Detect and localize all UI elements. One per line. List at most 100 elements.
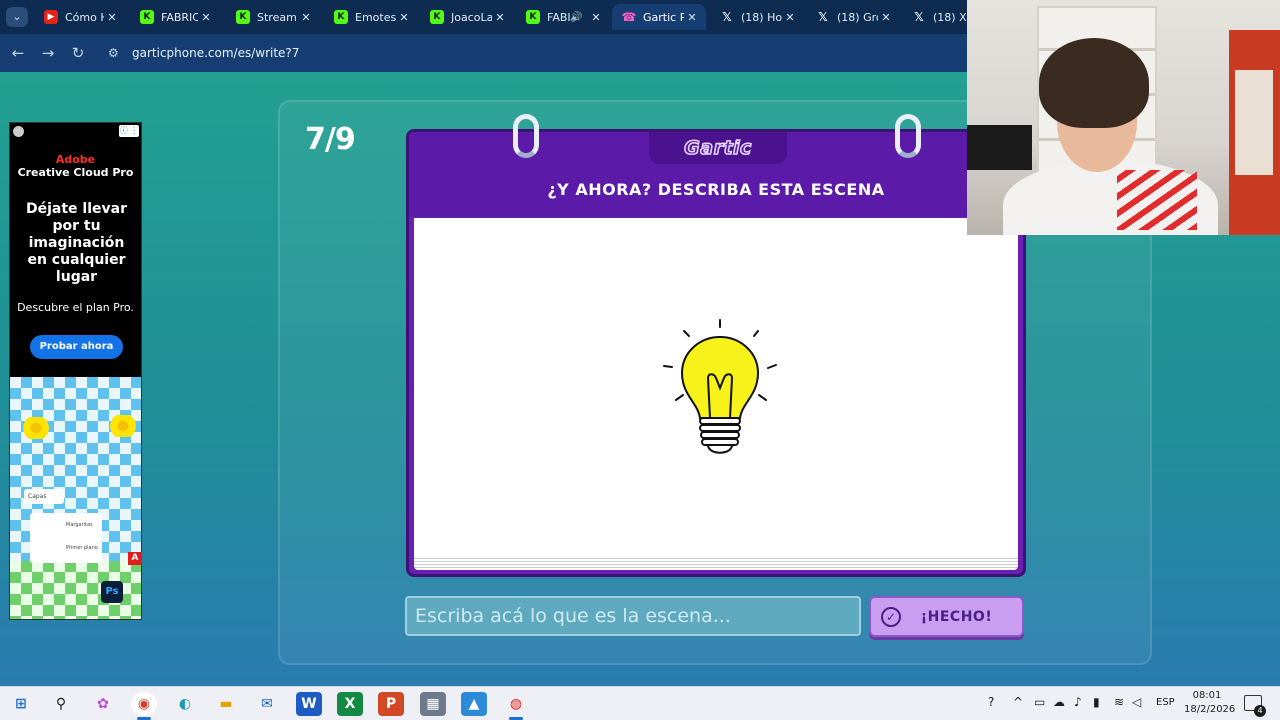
close-tab-icon[interactable]: ✕ <box>198 11 214 24</box>
address-bar[interactable]: ⚙ garticphone.com/es/write?7 <box>100 38 960 68</box>
browser-tab[interactable]: ▶ Cómo H ✕ <box>34 4 126 30</box>
tab-label: Emotes <box>355 10 396 24</box>
tab-search-button[interactable]: ⌄ <box>6 7 28 27</box>
microphone-icon[interactable]: ♪ <box>1074 695 1082 709</box>
kick-icon: K <box>140 10 154 24</box>
ad-brand: Adobe <box>55 153 96 166</box>
browser-tab[interactable]: K FABI 🔊 ✕ <box>516 4 610 30</box>
close-tab-icon[interactable]: ✕ <box>396 11 412 24</box>
kick-icon: K <box>526 10 540 24</box>
browser-tab[interactable]: 𝕏 (18) Hor ✕ <box>710 4 804 30</box>
clock-time: 08:01 <box>1192 690 1222 701</box>
copilot-icon[interactable]: ✿ <box>90 692 116 716</box>
volume-icon[interactable]: ◁ <box>1132 695 1141 709</box>
outlook-icon[interactable]: ✉ <box>254 692 280 716</box>
speaker-icon[interactable]: 🔊 <box>570 12 584 23</box>
calculator-icon[interactable]: ▦ <box>420 692 446 716</box>
browser-tab[interactable]: K FABRICI ✕ <box>130 4 220 30</box>
ad-image: Capas Margaritas Primer plano Ps <box>10 377 141 619</box>
clock-date: 18/2/2026 <box>1184 704 1236 715</box>
tab-label: (18) Gro <box>837 10 878 24</box>
close-tab-icon[interactable]: ✕ <box>492 11 508 24</box>
check-icon: ✓ <box>881 606 901 627</box>
x-icon: 𝕏 <box>818 10 828 24</box>
excel-icon[interactable]: X <box>337 692 363 716</box>
file-explorer-icon[interactable]: ▬ <box>213 692 239 716</box>
card-header: Gartic ¿Y AHORA? DESCRIBA ESTA ESCENA <box>409 132 1023 217</box>
tab-label: FABRICI <box>161 10 198 24</box>
browser-tab-active[interactable]: ☎ Gartic Pl ✕ <box>612 4 706 30</box>
wifi-icon[interactable]: ≋ <box>1114 695 1124 709</box>
language-indicator[interactable]: ESP <box>1156 697 1175 708</box>
tab-label: Stream <box>257 10 297 24</box>
security-icon[interactable]: ▭ <box>1034 695 1045 709</box>
drawing-canvas <box>414 218 1018 558</box>
onedrive-icon[interactable]: ☁ <box>1053 695 1065 709</box>
word-icon[interactable]: W <box>296 692 322 716</box>
person-hair <box>1039 38 1149 128</box>
battery-icon[interactable]: ▮ <box>1093 695 1100 709</box>
x-icon: 𝕏 <box>722 10 732 24</box>
browser-toolbar: ← → ↻ ⚙ garticphone.com/es/write?7 <box>0 34 967 72</box>
binder-ring-icon <box>895 114 921 158</box>
logo-tab: Gartic <box>649 132 787 164</box>
round-counter: 7/9 <box>305 122 356 157</box>
search-icon[interactable]: ⚲ <box>48 692 74 716</box>
gartic-phone-icon: ☎ <box>621 10 637 24</box>
windows-taskbar: ⊞ ⚲ ✿ ◉ ◐ ▬ ✉ W X P ▦ ▲ ◍ ? ^ ▭ ☁ ♪ ▮ ≋ … <box>0 686 1280 720</box>
back-arrow-icon[interactable]: ← <box>8 43 28 63</box>
url-text[interactable]: garticphone.com/es/write?7 <box>132 46 299 60</box>
webcam-overlay <box>967 0 1280 235</box>
powerpoint-icon[interactable]: P <box>378 692 404 716</box>
binder-ring-icon <box>513 114 539 158</box>
chevron-up-icon[interactable]: ^ <box>1013 695 1023 709</box>
ad-layers-card <box>30 513 102 563</box>
gartic-logo: Gartic <box>683 136 752 160</box>
close-tab-icon[interactable]: ✕ <box>298 11 314 24</box>
photoshop-icon: Ps <box>101 581 123 603</box>
close-tab-icon[interactable]: ✕ <box>782 11 798 24</box>
adobe-mark-icon: A <box>128 552 142 565</box>
answer-field-wrapper <box>405 596 861 636</box>
tab-label: JoacoLa <box>451 10 492 24</box>
kick-icon: K <box>334 10 348 24</box>
edge-icon[interactable]: ◐ <box>172 692 198 716</box>
light-bulb-drawing <box>663 319 777 454</box>
chrome-icon[interactable]: ◉ <box>131 692 157 716</box>
close-tab-icon[interactable]: ✕ <box>878 11 894 24</box>
forward-arrow-icon[interactable]: → <box>38 43 58 63</box>
daisy-icon <box>105 415 141 437</box>
advertisement[interactable]: ⓘ ⋮ Adobe Creative Cloud Pro Déjate llev… <box>9 122 142 620</box>
browser-tab[interactable]: 𝕏 (18) X <box>902 4 967 30</box>
site-settings-icon[interactable]: ⚙ <box>108 46 124 60</box>
taskbar-clock[interactable]: 08:01 18/2/2026 <box>1184 689 1236 717</box>
notebook-pages-edge <box>414 556 1018 570</box>
browser-tab[interactable]: K Stream ✕ <box>226 4 320 30</box>
photos-icon[interactable]: ▲ <box>461 692 487 716</box>
browser-tab[interactable]: K Emotes ✕ <box>324 4 418 30</box>
windows-start-icon[interactable]: ⊞ <box>8 692 34 716</box>
done-button-label: ¡HECHO! <box>920 608 993 625</box>
notification-badge: 4 <box>1254 705 1266 717</box>
tab-label: (18) Hor <box>741 10 782 24</box>
scene-card: Gartic ¿Y AHORA? DESCRIBA ESTA ESCENA <box>406 114 1026 577</box>
close-tab-icon[interactable]: ✕ <box>104 11 120 24</box>
x-icon: 𝕏 <box>914 10 924 24</box>
answer-input[interactable] <box>415 605 859 627</box>
daisy-icon <box>18 417 54 439</box>
adchoices-icon[interactable]: ⓘ ⋮ <box>119 125 139 137</box>
obs-icon[interactable]: ◍ <box>503 692 529 716</box>
reload-icon[interactable]: ↻ <box>68 43 88 63</box>
ad-text-area: ⓘ ⋮ Adobe Creative Cloud Pro Déjate llev… <box>10 123 141 375</box>
browser-tab[interactable]: K JoacoLa ✕ <box>420 4 514 30</box>
tab-label: (18) X <box>933 10 967 24</box>
browser-tab[interactable]: 𝕏 (18) Gro ✕ <box>806 4 900 30</box>
close-tab-icon[interactable]: ✕ <box>588 11 604 24</box>
help-icon[interactable]: ? <box>988 695 994 709</box>
shirt-stripes <box>1117 170 1197 230</box>
close-tab-icon[interactable]: ✕ <box>684 11 700 24</box>
kick-icon: K <box>236 10 250 24</box>
done-button[interactable]: ✓ ¡HECHO! <box>869 596 1024 637</box>
prompt-title: ¿Y AHORA? DESCRIBA ESTA ESCENA <box>547 180 885 199</box>
ad-cta-button[interactable]: Probar ahora <box>30 335 123 359</box>
